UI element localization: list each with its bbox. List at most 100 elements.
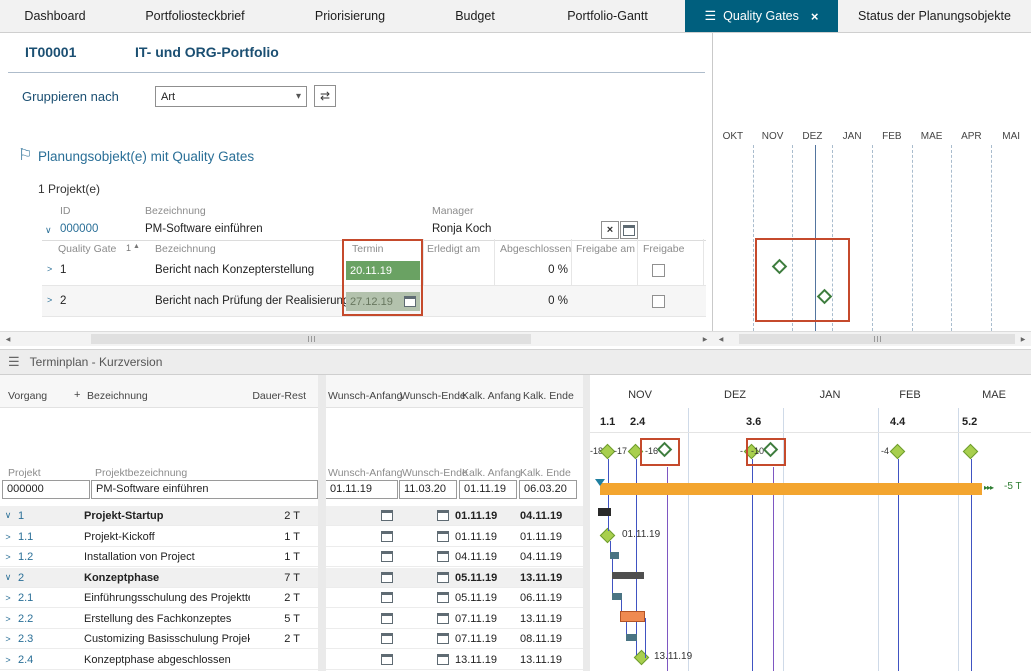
col-bezeichnung: Bezeichnung bbox=[87, 390, 148, 402]
scroll-track[interactable] bbox=[729, 332, 1015, 346]
calendar-icon[interactable] bbox=[381, 510, 393, 521]
calendar-icon[interactable] bbox=[381, 633, 393, 644]
scroll-left-icon[interactable]: ◀ bbox=[713, 332, 729, 346]
tab-portfolio-gantt[interactable]: Portfolio-Gantt bbox=[530, 0, 685, 32]
expand-icon[interactable]: > bbox=[0, 552, 16, 562]
tab-portfoliosteckbrief[interactable]: Portfoliosteckbrief bbox=[110, 0, 280, 32]
collapse-icon[interactable]: ∨ bbox=[45, 225, 52, 236]
delete-button[interactable]: × bbox=[601, 221, 619, 239]
col-id: ID bbox=[60, 205, 71, 217]
column-splitter[interactable] bbox=[318, 375, 326, 671]
freigabe-checkbox[interactable] bbox=[652, 295, 665, 308]
task-bar-installation[interactable] bbox=[610, 552, 619, 559]
project-wunsch-anfang-field[interactable]: 01.11.19 bbox=[325, 480, 398, 499]
expand-icon[interactable]: > bbox=[0, 655, 16, 665]
dependency-line bbox=[645, 618, 646, 658]
task-row-2-1[interactable]: > 2.1 Einführungsschulung des Projekttea… bbox=[0, 588, 583, 608]
summary-bar-projekt-startup[interactable] bbox=[598, 508, 611, 516]
project-gantt-bar[interactable] bbox=[600, 483, 982, 495]
task-row-2-3[interactable]: > 2.3 Customizing Basisschulung Projektt… bbox=[0, 629, 583, 649]
task-bar-einfuehrungsschulung[interactable] bbox=[612, 593, 622, 600]
tab-priorisierung[interactable]: Priorisierung bbox=[280, 0, 420, 32]
expand-icon[interactable]: > bbox=[0, 614, 16, 624]
calendar-icon[interactable] bbox=[437, 572, 449, 583]
month-label: MAE bbox=[912, 131, 952, 142]
quality-gates-panel: IT00001 IT- und ORG-Portfolio Gruppieren… bbox=[0, 33, 713, 346]
freigabe-checkbox[interactable] bbox=[652, 264, 665, 277]
wunsch-anfang-cell bbox=[326, 572, 396, 583]
col-dauer-rest: Dauer-Rest bbox=[248, 390, 306, 402]
expand-icon[interactable]: > bbox=[47, 295, 52, 305]
scroll-track[interactable] bbox=[16, 332, 697, 346]
group-by-select[interactable]: Art ▾ bbox=[155, 86, 307, 107]
project-kalk-anfang-field[interactable]: 01.11.19 bbox=[459, 480, 517, 499]
calendar-icon[interactable] bbox=[381, 572, 393, 583]
portfolio-milestone[interactable] bbox=[890, 444, 906, 460]
table-gantt-splitter[interactable] bbox=[583, 375, 590, 671]
calendar-icon[interactable] bbox=[437, 531, 449, 542]
tab-dashboard[interactable]: Dashboard bbox=[0, 0, 110, 32]
scroll-thumb[interactable] bbox=[91, 334, 531, 344]
expand-icon[interactable]: > bbox=[0, 593, 16, 603]
tab-status-planungsobjekte[interactable]: Status der Planungsobjekte bbox=[838, 0, 1031, 32]
refresh-button[interactable]: ⇄ bbox=[314, 85, 336, 107]
calendar-icon[interactable] bbox=[437, 654, 449, 665]
col-kalk-anfang-2: Kalk. Anfang bbox=[462, 467, 521, 479]
wunsch-anfang-cell bbox=[326, 551, 396, 562]
h-scrollbar-left[interactable]: ◀ ▶ bbox=[0, 331, 713, 346]
task-row-2-4[interactable]: > 2.4 Konzeptphase abgeschlossen 13.11.1… bbox=[0, 650, 583, 670]
task-row-2[interactable]: ∨ 2 Konzeptphase 7 T 05.11.19 13.11.19 bbox=[0, 568, 583, 588]
task-id: 1 bbox=[16, 510, 80, 522]
task-row-1-1[interactable]: > 1.1 Projekt-Kickoff 1 T 01.11.19 01.11… bbox=[0, 527, 583, 547]
add-task-button[interactable]: + bbox=[74, 389, 80, 401]
task-duration: 1 T bbox=[250, 531, 306, 543]
expand-icon[interactable]: ∨ bbox=[0, 510, 16, 521]
calendar-icon[interactable] bbox=[437, 613, 449, 624]
month-grid-line bbox=[688, 408, 689, 671]
menu-icon[interactable]: ☰ bbox=[705, 8, 717, 24]
project-name-field[interactable]: PM-Software einführen bbox=[91, 480, 318, 499]
wunsch-anfang-cell bbox=[326, 510, 396, 521]
scroll-thumb[interactable] bbox=[739, 334, 1015, 344]
summary-bar-konzeptphase[interactable] bbox=[612, 572, 644, 579]
scroll-right-icon[interactable]: ▶ bbox=[1015, 332, 1031, 346]
abgeschlossen-value: 0 % bbox=[498, 295, 568, 307]
col-quality-gate[interactable]: Quality Gate bbox=[58, 243, 116, 255]
calendar-icon[interactable] bbox=[381, 613, 393, 624]
refresh-icon: ⇄ bbox=[320, 89, 330, 103]
calendar-icon[interactable] bbox=[381, 551, 393, 562]
portfolio-milestone[interactable] bbox=[963, 444, 979, 460]
task-row-1[interactable]: ∨ 1 Projekt-Startup 2 T 01.11.19 04.11.1… bbox=[0, 506, 583, 526]
menu-icon[interactable]: ☰ bbox=[8, 354, 20, 370]
scroll-left-icon[interactable]: ◀ bbox=[0, 332, 16, 346]
expand-icon[interactable]: > bbox=[0, 532, 16, 542]
project-id-field[interactable]: 000000 bbox=[2, 480, 90, 499]
calendar-icon[interactable] bbox=[381, 654, 393, 665]
calendar-icon[interactable] bbox=[381, 531, 393, 542]
calendar-icon[interactable] bbox=[381, 592, 393, 603]
task-bar-fachkonzept-selected[interactable] bbox=[620, 611, 645, 622]
project-kalk-ende-field[interactable]: 06.03.20 bbox=[519, 480, 577, 499]
month-label: OKT bbox=[713, 131, 753, 142]
scroll-right-icon[interactable]: ▶ bbox=[697, 332, 713, 346]
h-scrollbar-right[interactable]: ◀ ▶ bbox=[713, 331, 1031, 346]
terminplan-header[interactable]: ☰ Terminplan - Kurzversion bbox=[0, 349, 1031, 375]
task-row-1-2[interactable]: > 1.2 Installation von Project 1 T 04.11… bbox=[0, 547, 583, 567]
tab-budget[interactable]: Budget bbox=[420, 0, 530, 32]
col-abgeschlossen: Abgeschlossen bbox=[500, 243, 571, 255]
task-row-2-2[interactable]: > 2.2 Erstellung des Fachkonzeptes 5 T 0… bbox=[0, 609, 583, 629]
wunsch-ende-cell bbox=[396, 572, 452, 583]
expand-icon[interactable]: > bbox=[47, 264, 52, 274]
expand-icon[interactable]: > bbox=[0, 634, 16, 644]
calendar-button[interactable] bbox=[620, 221, 638, 239]
expand-icon[interactable]: ∨ bbox=[0, 572, 16, 583]
calendar-icon[interactable] bbox=[437, 633, 449, 644]
project-wunsch-ende-field[interactable]: 11.03.20 bbox=[399, 480, 457, 499]
task-bar-customizing[interactable] bbox=[626, 634, 637, 641]
calendar-icon[interactable] bbox=[437, 510, 449, 521]
calendar-icon[interactable] bbox=[437, 592, 449, 603]
project-row[interactable]: ∨ 000000 PM-Software einführen Ronja Koc… bbox=[42, 220, 706, 241]
tab-quality-gates[interactable]: ☰ Quality Gates × bbox=[685, 0, 838, 32]
calendar-icon[interactable] bbox=[437, 551, 449, 562]
close-tab-icon[interactable]: × bbox=[811, 9, 819, 24]
